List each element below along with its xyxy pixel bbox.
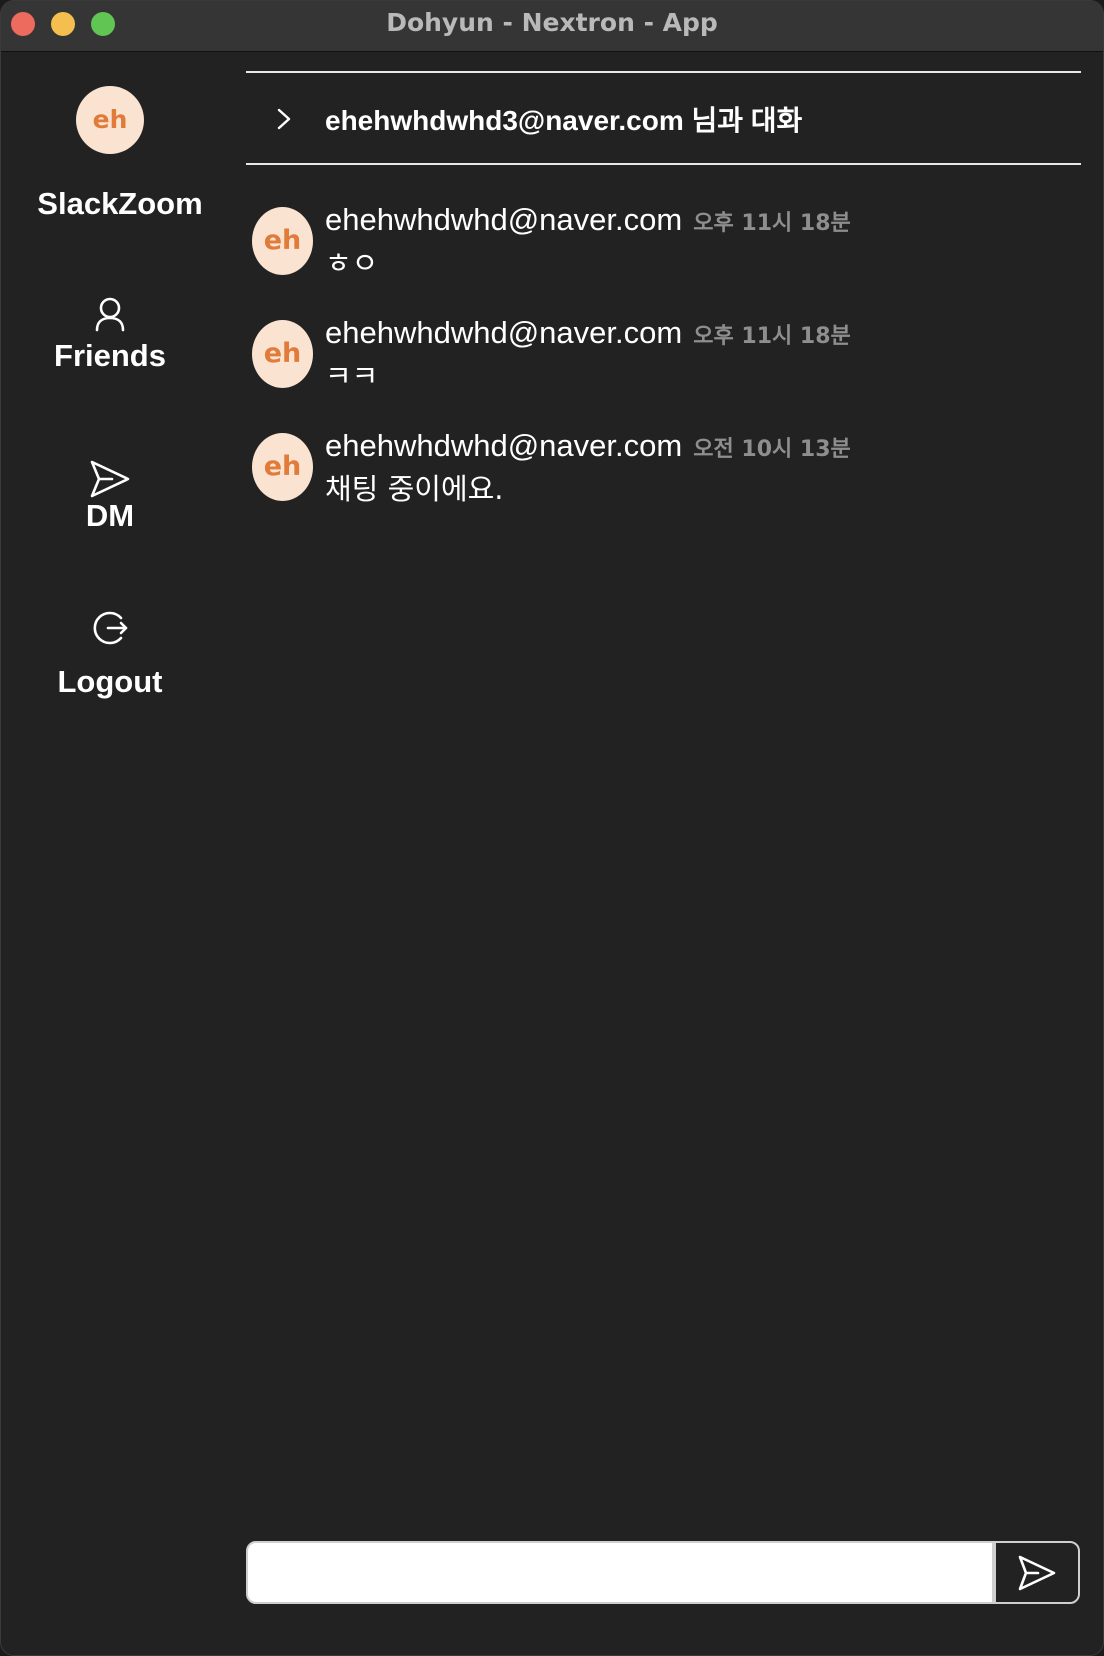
message-time: 오후 11시 18분 [693, 211, 851, 236]
message-header: ehehwhdwhd@naver.com 오전 10시 13분 [325, 428, 851, 464]
sender-name: ehehwhdwhd@naver.com [325, 202, 683, 237]
message-item: eh ehehwhdwhd@naver.com 오전 10시 13분 채팅 중이… [246, 428, 1081, 541]
sidebar-item-friends[interactable]: Friends [1, 296, 219, 374]
user-avatar[interactable]: eh [76, 86, 144, 154]
app-window: Dohyun - Nextron - App eh SlackZoom Frie… [0, 0, 1104, 1656]
logout-icon [1, 608, 219, 648]
chat-header: ehehwhdwhd3@naver.com 님과 대화 [246, 71, 1081, 165]
message-header: ehehwhdwhd@naver.com 오후 11시 18분 [325, 315, 851, 351]
chat-panel: ehehwhdwhd3@naver.com 님과 대화 eh ehehwhdwh… [246, 52, 1081, 1655]
sender-avatar[interactable]: eh [252, 320, 313, 388]
chevron-right-icon[interactable] [276, 107, 292, 135]
sender-avatar[interactable]: eh [252, 433, 313, 501]
send-button[interactable] [994, 1541, 1080, 1604]
sender-avatar[interactable]: eh [252, 207, 313, 275]
message-item: eh ehehwhdwhd@naver.com 오후 11시 18분 ㅋㅋ [246, 315, 1081, 428]
message-time: 오전 10시 13분 [693, 437, 851, 462]
user-icon [1, 296, 219, 334]
message-item: eh ehehwhdwhd@naver.com 오후 11시 18분 ㅎㅇ [246, 202, 1081, 315]
sidebar-item-label: Friends [54, 338, 166, 373]
chat-title: ehehwhdwhd3@naver.com 님과 대화 [325, 105, 803, 136]
message-time: 오후 11시 18분 [693, 324, 851, 349]
sidebar-item-dm[interactable]: DM [1, 458, 219, 534]
send-icon [996, 1553, 1078, 1593]
window-title: Dohyun - Nextron - App [386, 8, 718, 37]
title-bar: Dohyun - Nextron - App [1, 1, 1103, 52]
sidebar-item-logout[interactable]: Logout [1, 608, 219, 700]
message-list: eh ehehwhdwhd@naver.com 오후 11시 18분 ㅎㅇ eh… [246, 202, 1081, 541]
sidebar-item-label: Logout [57, 664, 163, 699]
message-text: 채팅 중이에요. [325, 472, 504, 506]
sidebar-item-label: DM [85, 498, 135, 533]
message-input[interactable] [246, 1541, 994, 1604]
message-header: ehehwhdwhd@naver.com 오후 11시 18분 [325, 202, 851, 238]
sidebar: eh SlackZoom Friends DM Logout [1, 52, 229, 1655]
sender-name: ehehwhdwhd@naver.com [325, 428, 683, 463]
brand-title: SlackZoom [37, 186, 203, 221]
send-icon [1, 458, 219, 500]
message-text: ㅎㅇ [325, 246, 379, 280]
message-text: ㅋㅋ [325, 359, 379, 393]
sender-name: ehehwhdwhd@naver.com [325, 315, 683, 350]
message-composer [246, 1541, 1081, 1604]
